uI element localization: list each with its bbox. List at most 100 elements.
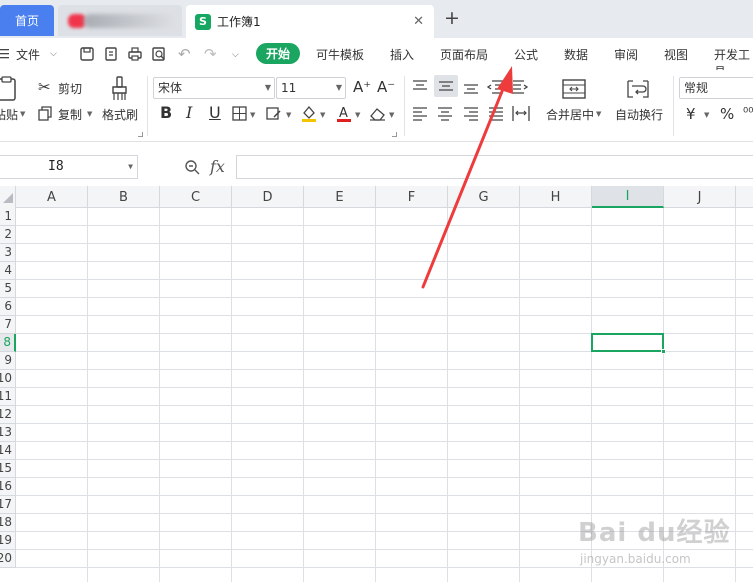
increase-font-icon[interactable]: A⁺	[353, 79, 371, 95]
row-header-5[interactable]: 5	[0, 280, 16, 298]
row-header-4[interactable]: 4	[0, 262, 16, 280]
row-header-17[interactable]: 17	[0, 496, 16, 514]
column-header-i[interactable]: I	[592, 186, 664, 208]
currency-button[interactable]: ¥	[686, 106, 696, 122]
row-header-8[interactable]: 8	[0, 334, 16, 352]
copy-button[interactable]: 复制 ▼	[38, 105, 96, 123]
increase-indent-icon[interactable]	[512, 80, 529, 94]
paste-label: 粘贴	[0, 108, 19, 122]
row-header-9[interactable]: 9	[0, 352, 16, 370]
row-header-12[interactable]: 12	[0, 406, 16, 424]
fill-handle[interactable]	[661, 349, 666, 354]
chevron-down-icon: ▼	[335, 83, 342, 92]
font-color-icon[interactable]: A	[336, 104, 352, 122]
row-header-13[interactable]: 13	[0, 424, 16, 442]
cut-button[interactable]: ✂ 剪切	[38, 79, 88, 97]
print-icon[interactable]	[127, 46, 143, 62]
row-header-1[interactable]: 1	[0, 208, 16, 226]
percent-button[interactable]: %	[720, 106, 734, 122]
align-left-icon[interactable]	[412, 107, 428, 121]
row-header-15[interactable]: 15	[0, 460, 16, 478]
new-tab-plus-icon[interactable]: +	[444, 8, 460, 28]
font-size-select[interactable]: 11 ▼	[276, 77, 346, 99]
format-painter-label: 格式刷	[102, 108, 139, 122]
row-header-16[interactable]: 16	[0, 478, 16, 496]
decrease-indent-icon[interactable]	[487, 80, 504, 94]
column-header-d[interactable]: D	[232, 186, 304, 208]
eraser-icon[interactable]	[369, 106, 386, 121]
column-header-b[interactable]: B	[88, 186, 160, 208]
wrap-text-button[interactable]: 自动换行	[612, 76, 668, 128]
format-painter-button[interactable]: 格式刷	[100, 76, 140, 128]
grid-column-line	[447, 208, 448, 582]
print-preview-icon[interactable]	[151, 46, 167, 62]
select-all-corner[interactable]	[0, 186, 16, 208]
row-header-14[interactable]: 14	[0, 442, 16, 460]
thousands-separator-icon[interactable]: ⁰⁰	[743, 106, 753, 122]
selected-cell[interactable]	[591, 333, 664, 352]
tab-data[interactable]: 数据	[564, 46, 588, 63]
grid-row-line	[16, 279, 753, 280]
tab-blurred-document[interactable]	[58, 5, 182, 36]
close-icon[interactable]: ✕	[413, 14, 424, 29]
name-box[interactable]: I8 ▼	[0, 155, 138, 179]
row-header-7[interactable]: 7	[0, 316, 16, 334]
merge-cells-icon	[562, 79, 586, 99]
quick-access-more-icon[interactable]: ⌵	[232, 50, 239, 60]
tab-start-button[interactable]: 开始	[256, 43, 300, 64]
select-all-triangle-icon	[3, 193, 13, 203]
borders-icon[interactable]	[232, 106, 247, 121]
font-group-expander[interactable]	[392, 132, 397, 137]
save-icon[interactable]	[79, 46, 95, 62]
column-header-c[interactable]: C	[160, 186, 232, 208]
divider	[147, 76, 148, 136]
column-header-a[interactable]: A	[16, 186, 88, 208]
decrease-font-icon[interactable]: A⁻	[377, 79, 395, 95]
tab-home[interactable]: 首页	[0, 5, 54, 36]
justify-icon[interactable]	[488, 107, 504, 121]
row-header-10[interactable]: 10	[0, 370, 16, 388]
column-header-f[interactable]: F	[376, 186, 448, 208]
bold-button[interactable]: B	[160, 105, 172, 121]
row-header-3[interactable]: 3	[0, 244, 16, 262]
align-center-icon[interactable]	[437, 107, 453, 121]
tab-view[interactable]: 视图	[664, 46, 688, 63]
formula-input[interactable]	[236, 155, 753, 179]
align-bottom-icon[interactable]	[463, 80, 479, 94]
align-right-icon[interactable]	[463, 107, 479, 121]
redo-icon[interactable]: ↷	[204, 46, 217, 62]
cell-style-icon[interactable]	[266, 106, 282, 121]
tab-workbook[interactable]: S 工作簿1 ✕	[186, 5, 434, 38]
row-header-2[interactable]: 2	[0, 226, 16, 244]
italic-button[interactable]: I	[186, 105, 192, 121]
column-header-g[interactable]: G	[448, 186, 520, 208]
zoom-lookup-icon[interactable]	[184, 159, 200, 175]
column-header-j[interactable]: J	[664, 186, 736, 208]
tab-page-layout[interactable]: 页面布局	[440, 46, 488, 63]
row-header-18[interactable]: 18	[0, 514, 16, 532]
clipboard-group-expander[interactable]	[138, 132, 143, 137]
align-middle-button[interactable]	[434, 75, 458, 97]
font-name-select[interactable]: 宋体 ▼	[153, 77, 275, 99]
merge-center-button[interactable]: 合并居中 ▼	[542, 76, 604, 128]
export-pdf-icon[interactable]	[103, 46, 119, 62]
undo-icon[interactable]: ↶	[178, 46, 191, 62]
column-header-e[interactable]: E	[304, 186, 376, 208]
row-header-20[interactable]: 20	[0, 550, 16, 568]
insert-function-fx[interactable]: fx	[210, 157, 225, 176]
underline-button[interactable]: U	[209, 105, 221, 121]
paste-button[interactable]: 粘贴 ▼	[0, 76, 30, 128]
row-header-11[interactable]: 11	[0, 388, 16, 406]
distributed-align-icon[interactable]	[512, 105, 530, 122]
column-header-h[interactable]: H	[520, 186, 592, 208]
align-top-icon[interactable]	[412, 80, 428, 94]
tab-review[interactable]: 审阅	[614, 46, 638, 63]
fill-color-icon[interactable]	[300, 104, 318, 122]
number-format-select[interactable]: 常规	[679, 77, 753, 99]
tab-template[interactable]: 可牛模板	[316, 46, 364, 63]
divider	[404, 76, 405, 136]
row-header-19[interactable]: 19	[0, 532, 16, 550]
tab-formula[interactable]: 公式	[514, 46, 538, 63]
row-header-6[interactable]: 6	[0, 298, 16, 316]
tab-insert[interactable]: 插入	[390, 46, 414, 63]
